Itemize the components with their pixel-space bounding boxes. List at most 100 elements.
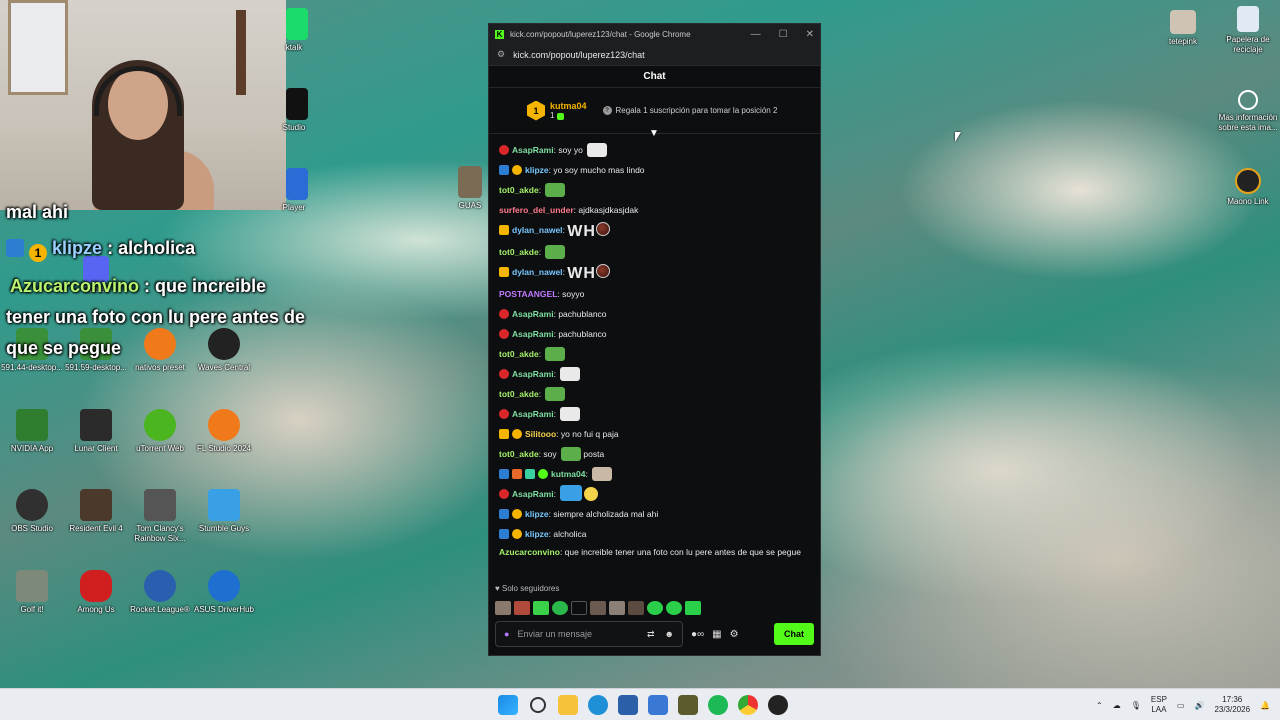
chat-username[interactable]: tot0_akde [499, 349, 539, 359]
collapse-chevron-icon[interactable]: ▼ [649, 128, 659, 139]
desktop-icon-tetepink[interactable]: tetepink [1151, 10, 1215, 47]
chat-username[interactable]: tot0_akde [499, 389, 539, 399]
recent-emote[interactable] [685, 601, 701, 615]
address-bar[interactable]: ⚙ kick.com/popout/luperez123/chat [489, 44, 820, 66]
desktop-icon-recycle-bin[interactable]: Papelera de reciclaje [1216, 6, 1280, 55]
app-icon [458, 166, 482, 198]
taskbar-clock[interactable]: 17:36 23/3/2026 [1214, 695, 1250, 715]
desktop-icon-nvidia-app[interactable]: NVIDIA App [0, 409, 64, 454]
chat-username[interactable]: AsapRami [512, 329, 554, 339]
desktop-icon-fl-studio[interactable]: FL Studio 2024 [192, 409, 256, 454]
chat-username[interactable]: AsapRami [512, 369, 554, 379]
maximize-icon[interactable]: ☐ [779, 29, 788, 40]
chevron-up-icon[interactable]: ⌃ [1096, 701, 1103, 710]
file-explorer-icon[interactable] [558, 695, 578, 715]
chat-username[interactable]: AsapRami [512, 489, 554, 499]
close-icon[interactable]: ✕ [806, 29, 814, 40]
chat-username[interactable]: dylan_nawel [512, 225, 563, 235]
recent-emote[interactable] [590, 601, 606, 615]
send-chat-button[interactable]: Chat [774, 623, 814, 645]
app-icon[interactable] [678, 695, 698, 715]
rose-badge-icon [499, 309, 509, 319]
desktop-icon-label: uTorrent Web [136, 444, 184, 453]
search-icon[interactable] [530, 697, 546, 713]
chat-username[interactable]: tot0_akde [499, 185, 539, 195]
volume-icon[interactable]: 🔊 [1194, 701, 1204, 710]
desktop-icon-ktalk[interactable]: ktalk [262, 8, 326, 53]
chat-username[interactable]: dylan_nawel [512, 267, 563, 277]
desktop-icon-guas[interactable]: GUAS [450, 166, 490, 211]
chat-username[interactable]: surfero_del_under [499, 205, 574, 215]
chat-username[interactable]: kutma04 [551, 469, 586, 479]
store-icon[interactable]: ▦ [712, 629, 721, 640]
mic-icon[interactable]: ● [504, 629, 509, 639]
onedrive-icon[interactable]: ☁ [1113, 701, 1121, 710]
desktop-icon-studio[interactable]: Studio [262, 88, 326, 133]
chat-text: pachublanco [558, 309, 607, 319]
chat-username[interactable]: klipze [525, 529, 549, 539]
emote-icon [584, 487, 599, 501]
kicks-icon[interactable]: ●∞ [691, 629, 704, 640]
recent-emote[interactable] [571, 601, 587, 615]
desktop-icon-asus-driverhub[interactable]: ASUS DriverHub [192, 570, 256, 615]
store-app-icon[interactable] [618, 695, 638, 715]
recent-emote[interactable] [533, 601, 549, 615]
outlook-icon[interactable] [648, 695, 668, 715]
start-windows-icon[interactable] [498, 695, 518, 715]
recent-emote[interactable] [647, 601, 663, 615]
chat-username[interactable]: klipze [525, 165, 549, 175]
recent-emote[interactable] [666, 601, 682, 615]
desktop-icon-golf-it[interactable]: Golf it! [0, 570, 64, 615]
window-titlebar[interactable]: K kick.com/popout/luperez123/chat - Goog… [489, 24, 820, 44]
chat-username[interactable]: klipze [525, 509, 549, 519]
obs-taskbar-icon[interactable] [768, 695, 788, 715]
chat-username[interactable]: tot0_akde [499, 449, 539, 459]
chat-username[interactable]: POSTAANGEL [499, 289, 557, 299]
chat-title: Chat [643, 71, 666, 82]
recent-emote[interactable] [495, 601, 511, 615]
subscriber-leaderboard[interactable]: 1 kutma04 1 ? Regala 1 suscripción para … [489, 88, 820, 139]
desktop-icon-stumble-guys[interactable]: Stumble Guys [192, 489, 256, 534]
desktop-icon-rainbow-six[interactable]: Tom Clancy's Rainbow Six... [128, 489, 192, 544]
desktop-icon-nativos-preset[interactable]: nativos preset [128, 328, 192, 373]
spotify-icon[interactable] [708, 695, 728, 715]
network-icon[interactable]: ▭ [1177, 701, 1185, 710]
desktop-icon-player[interactable]: Player [262, 168, 326, 213]
desktop-icon-resident-evil-4[interactable]: Resident Evil 4 [64, 489, 128, 534]
chat-message-list[interactable]: AsapRami: soy yo klipze: yo soy mucho ma… [489, 134, 820, 564]
emote-icon [560, 367, 581, 381]
recent-emote[interactable] [514, 601, 530, 615]
chat-message-input[interactable]: ● Enviar un mensaje ⇄ ☻ [495, 621, 683, 647]
chat-message: AsapRami: [499, 404, 810, 424]
recent-emote[interactable] [609, 601, 625, 615]
recent-emote[interactable] [552, 601, 568, 615]
desktop-icon-waves-central[interactable]: Waves Central [192, 328, 256, 373]
site-info-icon[interactable]: ⚙ [497, 49, 505, 60]
notifications-bell-icon[interactable]: 🔔 [1260, 701, 1270, 710]
chat-username[interactable]: AsapRami [512, 409, 554, 419]
gift-count-icon [556, 113, 564, 120]
chat-username[interactable]: AsapRami [512, 309, 554, 319]
desktop-icon-rocket-league[interactable]: Rocket League® [128, 570, 192, 615]
recent-emote[interactable] [628, 601, 644, 615]
language-indicator[interactable]: ESP LAA [1151, 695, 1167, 715]
desktop-icon-label: Studio [282, 123, 306, 132]
emoji-icon[interactable]: ☻ [665, 629, 674, 640]
chat-username[interactable]: Azucarconvino [499, 547, 560, 557]
chrome-icon[interactable] [738, 695, 758, 715]
translate-icon[interactable]: ⇄ [647, 629, 655, 640]
desktop-icon-spotlight-info[interactable]: Mas información sobre esta ima... [1216, 90, 1280, 133]
gift-sub-prompt[interactable]: ? Regala 1 suscripción para tomar la pos… [602, 106, 777, 115]
chat-username[interactable]: Silitooo [525, 429, 556, 439]
desktop-icon-utorrent-web[interactable]: uTorrent Web [128, 409, 192, 454]
edge-icon[interactable] [588, 695, 608, 715]
minimize-icon[interactable]: — [751, 29, 761, 40]
desktop-icon-among-us[interactable]: Among Us [64, 570, 128, 615]
desktop-icon-lunar-client[interactable]: Lunar Client [64, 409, 128, 454]
settings-gear-icon[interactable]: ⚙ [730, 629, 739, 640]
chat-username[interactable]: tot0_akde [499, 247, 539, 257]
desktop-icon-obs-studio[interactable]: OBS Studio [0, 489, 64, 534]
mic-tray-icon[interactable]: 🎙 [1131, 701, 1141, 710]
desktop-icon-maono-link[interactable]: Maono Link [1216, 168, 1280, 207]
chat-username[interactable]: AsapRami [512, 145, 554, 155]
